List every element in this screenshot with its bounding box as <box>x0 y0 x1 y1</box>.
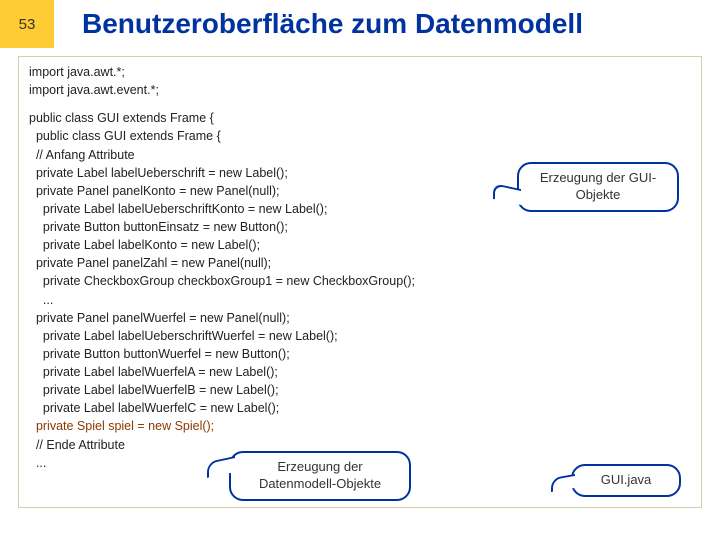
code-imports: import java.awt.*; import java.awt.event… <box>29 63 691 99</box>
code-spiel-line: private Spiel spiel = new Spiel(); <box>29 417 691 435</box>
page-number: 53 <box>0 0 54 48</box>
callout-text: GUI.java <box>601 472 652 487</box>
callout-gui-objects: Erzeugung der GUI-Objekte <box>517 162 679 212</box>
callout-tail-icon <box>551 474 575 492</box>
callout-text: Erzeugung der Datenmodell-Objekte <box>259 459 381 491</box>
code-box: import java.awt.*; import java.awt.event… <box>18 56 702 508</box>
callout-filename: GUI.java <box>571 464 681 497</box>
slide-header: 53 Benutzeroberfläche zum Datenmodell <box>0 0 720 48</box>
code-body: public class GUI extends Frame { public … <box>29 109 691 417</box>
slide-title: Benutzeroberfläche zum Datenmodell <box>54 8 720 40</box>
callout-text: Erzeugung der GUI-Objekte <box>540 170 656 202</box>
callout-datamodel-objects: Erzeugung der Datenmodell-Objekte <box>229 451 411 501</box>
